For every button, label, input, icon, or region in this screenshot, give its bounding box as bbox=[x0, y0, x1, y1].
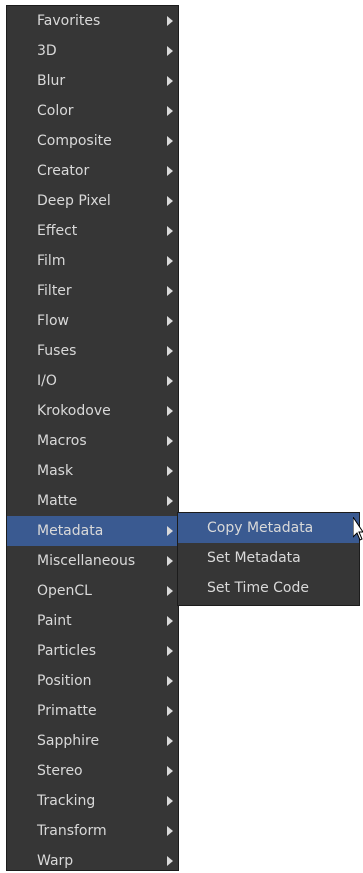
menu-item-label: Macros bbox=[37, 433, 87, 449]
submenu-item-copy-metadata[interactable]: Copy Metadata bbox=[178, 513, 359, 543]
menu-item-position[interactable]: Position bbox=[7, 666, 178, 696]
menu-item-sapphire[interactable]: Sapphire bbox=[7, 726, 178, 756]
menu-item-label: I/O bbox=[37, 373, 57, 389]
chevron-right-icon bbox=[167, 826, 173, 836]
chevron-right-icon bbox=[167, 586, 173, 596]
menu-item-film[interactable]: Film bbox=[7, 246, 178, 276]
chevron-right-icon bbox=[167, 646, 173, 656]
menu-item-primatte[interactable]: Primatte bbox=[7, 696, 178, 726]
chevron-right-icon bbox=[167, 676, 173, 686]
menu-item-label: Film bbox=[37, 253, 66, 269]
chevron-right-icon bbox=[167, 706, 173, 716]
chevron-right-icon bbox=[167, 166, 173, 176]
submenu-item-set-metadata[interactable]: Set Metadata bbox=[178, 543, 359, 573]
menu-item-label: OpenCL bbox=[37, 583, 92, 599]
menu-item-particles[interactable]: Particles bbox=[7, 636, 178, 666]
menu-item-label: 3D bbox=[37, 43, 57, 59]
chevron-right-icon bbox=[167, 76, 173, 86]
menu-item-label: Flow bbox=[37, 313, 69, 329]
chevron-right-icon bbox=[167, 856, 173, 866]
menu-item-blur[interactable]: Blur bbox=[7, 66, 178, 96]
menu-item-matte[interactable]: Matte bbox=[7, 486, 178, 516]
menu-item-warp[interactable]: Warp bbox=[7, 846, 178, 873]
menu-item-flow[interactable]: Flow bbox=[7, 306, 178, 336]
chevron-right-icon bbox=[167, 226, 173, 236]
chevron-right-icon bbox=[167, 736, 173, 746]
chevron-right-icon bbox=[167, 766, 173, 776]
menu-item-label: Stereo bbox=[37, 763, 83, 779]
menu-item-label: Mask bbox=[37, 463, 74, 479]
menu-item-macros[interactable]: Macros bbox=[7, 426, 178, 456]
chevron-right-icon bbox=[167, 526, 173, 536]
chevron-right-icon bbox=[167, 796, 173, 806]
chevron-right-icon bbox=[167, 436, 173, 446]
chevron-right-icon bbox=[167, 286, 173, 296]
chevron-right-icon bbox=[167, 136, 173, 146]
chevron-right-icon bbox=[167, 46, 173, 56]
menu-item-label: Warp bbox=[37, 853, 74, 869]
menu-item-label: Paint bbox=[37, 613, 72, 629]
chevron-right-icon bbox=[167, 346, 173, 356]
menu-item-io[interactable]: I/O bbox=[7, 366, 178, 396]
chevron-right-icon bbox=[167, 376, 173, 386]
menu-item-label: Primatte bbox=[37, 703, 97, 719]
menu-item-opencl[interactable]: OpenCL bbox=[7, 576, 178, 606]
menu-item-label: Metadata bbox=[37, 523, 104, 539]
menu-item-paint[interactable]: Paint bbox=[7, 606, 178, 636]
menu-item-stereo[interactable]: Stereo bbox=[7, 756, 178, 786]
chevron-right-icon bbox=[167, 196, 173, 206]
menu-item-effect[interactable]: Effect bbox=[7, 216, 178, 246]
menu-item-composite[interactable]: Composite bbox=[7, 126, 178, 156]
menu-item-label: Sapphire bbox=[37, 733, 100, 749]
menu-item-label: Effect bbox=[37, 223, 78, 239]
menu-item-transform[interactable]: Transform bbox=[7, 816, 178, 846]
menu-item-metadata[interactable]: Metadata bbox=[7, 516, 178, 546]
menu-item-filter[interactable]: Filter bbox=[7, 276, 178, 306]
mouse-pointer-icon bbox=[353, 517, 363, 541]
context-menu: Favorites 3D Blur Color Composite Creato… bbox=[6, 5, 179, 871]
chevron-right-icon bbox=[167, 496, 173, 506]
chevron-right-icon bbox=[167, 16, 173, 26]
submenu-item-label: Copy Metadata bbox=[207, 520, 314, 536]
menu-item-label: Transform bbox=[37, 823, 107, 839]
chevron-right-icon bbox=[167, 316, 173, 326]
submenu-item-label: Set Time Code bbox=[207, 580, 309, 596]
menu-item-label: Color bbox=[37, 103, 74, 119]
menu-item-label: Creator bbox=[37, 163, 90, 179]
menu-item-miscellaneous[interactable]: Miscellaneous bbox=[7, 546, 178, 576]
menu-item-label: Deep Pixel bbox=[37, 193, 111, 209]
menu-item-label: Tracking bbox=[37, 793, 96, 809]
submenu-item-set-time-code[interactable]: Set Time Code bbox=[178, 573, 359, 603]
menu-item-tracking[interactable]: Tracking bbox=[7, 786, 178, 816]
menu-item-creator[interactable]: Creator bbox=[7, 156, 178, 186]
menu-item-color[interactable]: Color bbox=[7, 96, 178, 126]
chevron-right-icon bbox=[167, 406, 173, 416]
chevron-right-icon bbox=[167, 556, 173, 566]
chevron-right-icon bbox=[167, 256, 173, 266]
menu-item-mask[interactable]: Mask bbox=[7, 456, 178, 486]
menu-item-label: Particles bbox=[37, 643, 97, 659]
menu-item-label: Miscellaneous bbox=[37, 553, 136, 569]
menu-item-label: Position bbox=[37, 673, 92, 689]
menu-item-favorites[interactable]: Favorites bbox=[7, 6, 178, 36]
menu-item-fuses[interactable]: Fuses bbox=[7, 336, 178, 366]
menu-item-krokodove[interactable]: Krokodove bbox=[7, 396, 178, 426]
menu-item-label: Filter bbox=[37, 283, 72, 299]
menu-item-label: Fuses bbox=[37, 343, 77, 359]
chevron-right-icon bbox=[167, 106, 173, 116]
menu-item-3d[interactable]: 3D bbox=[7, 36, 178, 66]
metadata-submenu: Copy Metadata Set Metadata Set Time Code bbox=[177, 512, 360, 606]
menu-item-label: Composite bbox=[37, 133, 112, 149]
menu-item-label: Blur bbox=[37, 73, 66, 89]
menu-item-deep-pixel[interactable]: Deep Pixel bbox=[7, 186, 178, 216]
chevron-right-icon bbox=[167, 466, 173, 476]
menu-item-label: Matte bbox=[37, 493, 78, 509]
menu-item-label: Favorites bbox=[37, 13, 101, 29]
submenu-item-label: Set Metadata bbox=[207, 550, 301, 566]
chevron-right-icon bbox=[167, 616, 173, 626]
menu-item-label: Krokodove bbox=[37, 403, 111, 419]
